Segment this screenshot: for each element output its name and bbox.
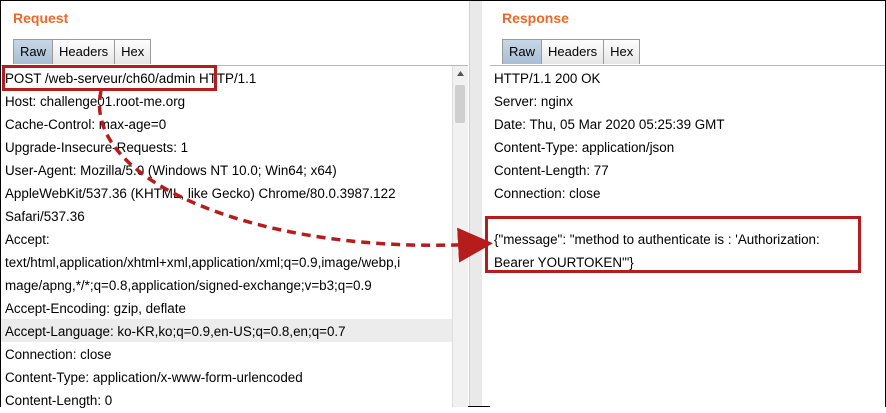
request-editor[interactable]: POST /web-serveur/ch60/admin HTTP/1.1 Ho… [1, 65, 468, 408]
request-line: Accept: [5, 232, 50, 247]
response-line: Content-Type: application/json [494, 140, 675, 155]
request-line: Content-Length: 0 [5, 393, 113, 408]
request-line: Upgrade-Insecure-Requests: 1 [5, 140, 189, 155]
request-scrollbar[interactable] [452, 66, 468, 407]
request-tab-raw[interactable]: Raw [13, 39, 54, 64]
request-line-highlight-box [2, 65, 217, 91]
request-line: Accept-Encoding: gzip, deflate [5, 301, 186, 316]
burp-window: Request Raw Headers Hex POST /web-serveu… [0, 0, 886, 408]
response-body-highlight-box [485, 216, 861, 273]
request-tab-headers[interactable]: Headers [52, 39, 116, 64]
response-tab-raw[interactable]: Raw [502, 39, 543, 64]
scroll-up-arrow-icon[interactable] [455, 68, 466, 79]
response-line: Content-Length: 77 [494, 163, 609, 178]
response-line: Connection: close [494, 186, 601, 201]
request-line: User-Agent: Mozilla/5.0 (Windows NT 10.0… [5, 163, 337, 178]
request-panel: Request Raw Headers Hex POST /web-serveu… [1, 1, 468, 408]
request-line: text/html,application/xhtml+xml,applicat… [5, 255, 401, 270]
response-line: HTTP/1.1 200 OK [494, 71, 601, 86]
request-line: mage/apng,*/*;q=0.8,application/signed-e… [5, 278, 372, 293]
request-scroll-thumb[interactable] [455, 85, 465, 123]
response-panel: Response Raw Headers Hex HTTP/1.1 200 OK… [482, 1, 885, 407]
request-lines: POST /web-serveur/ch60/admin HTTP/1.1 Ho… [1, 66, 468, 411]
request-line: Cache-Control: max-age=0 [5, 117, 167, 132]
response-title: Response [502, 10, 569, 26]
response-line: Server: nginx [494, 94, 573, 109]
request-line: Host: challenge01.root-me.org [5, 94, 186, 109]
request-title: Request [13, 10, 69, 26]
response-tab-headers[interactable]: Headers [541, 39, 605, 64]
request-line: Content-Type: application/x-www-form-url… [5, 370, 303, 385]
request-line: Safari/537.36 [5, 209, 85, 224]
request-line: AppleWebKit/537.36 (KHTML, like Gecko) C… [5, 186, 396, 201]
response-tabs: Raw Headers Hex [502, 39, 641, 65]
response-tab-hex[interactable]: Hex [603, 39, 641, 64]
request-tab-hex[interactable]: Hex [114, 39, 152, 64]
panel-splitter[interactable] [469, 1, 483, 406]
request-line-highlighted: Accept-Language: ko-KR,ko;q=0.9,en-US;q=… [1, 319, 468, 342]
response-line: Date: Thu, 05 Mar 2020 05:25:39 GMT [494, 117, 725, 132]
request-line: Connection: close [5, 347, 112, 362]
request-tabs: Raw Headers Hex [13, 39, 152, 65]
